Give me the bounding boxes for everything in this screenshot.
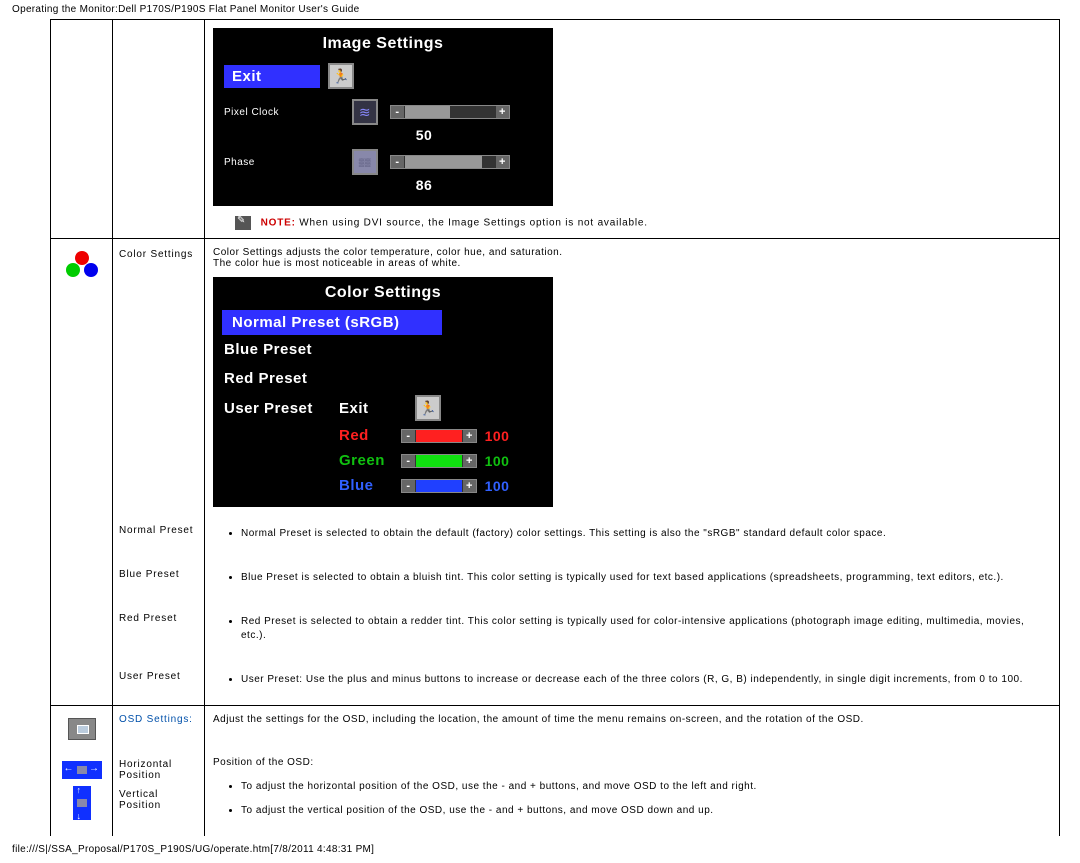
color-exit-icon: 🏃 [415, 395, 441, 421]
osd-position-desc: Position of the OSD: To adjust the horiz… [205, 749, 1060, 836]
image-settings-panel: Image Settings Exit 🏃 Pixel Clock ≋ -+ 5… [213, 28, 553, 206]
exit-selected[interactable]: Exit [224, 65, 320, 88]
normal-preset-selected[interactable]: Normal Preset (sRGB) [222, 310, 442, 335]
color-settings-desc: Color Settings adjusts the color tempera… [205, 239, 1060, 516]
blue-preset-option[interactable]: Blue Preset [214, 335, 414, 364]
image-settings-title: Image Settings [214, 29, 552, 59]
green-value: 100 [477, 453, 517, 469]
blue-preset-label: Blue Preset [113, 559, 205, 603]
user-preset-desc: User Preset: Use the plus and minus butt… [205, 661, 1060, 706]
red-slider[interactable]: -+ [401, 429, 477, 443]
note-line: NOTE: When using DVI source, the Image S… [235, 216, 1051, 230]
phase-value: 86 [394, 177, 454, 193]
red-preset-desc: Red Preset is selected to obtain a redde… [205, 603, 1060, 661]
color-icon-cell [51, 239, 113, 516]
green-slider[interactable]: -+ [401, 454, 477, 468]
osd-settings-link[interactable]: OSD Settings: [119, 714, 193, 725]
pixel-clock-slider[interactable]: -+ [390, 105, 510, 119]
exit-icon: 🏃 [328, 63, 354, 89]
content-table: Image Settings Exit 🏃 Pixel Clock ≋ -+ 5… [50, 19, 1060, 836]
user-preset-option[interactable]: User Preset [224, 400, 339, 417]
pixel-clock-label: Pixel Clock [224, 107, 344, 118]
user-preset-label: User Preset [113, 661, 205, 706]
red-preset-label: Red Preset [113, 603, 205, 661]
color-exit-label[interactable]: Exit [339, 400, 407, 417]
osd-settings-label-cell: OSD Settings: [113, 706, 205, 750]
osd-position-icons [51, 749, 113, 836]
color-settings-label: Color Settings [113, 239, 205, 516]
empty-icon-cell [51, 20, 113, 239]
blue-channel-label: Blue [339, 477, 401, 494]
color-settings-title: Color Settings [214, 278, 552, 308]
image-settings-cell: Image Settings Exit 🏃 Pixel Clock ≋ -+ 5… [205, 20, 1060, 239]
red-value: 100 [477, 428, 517, 444]
note-icon [235, 216, 251, 230]
red-channel-label: Red [339, 427, 401, 444]
note-prefix: NOTE: [261, 218, 296, 229]
rgb-icon [66, 251, 98, 281]
note-text: When using DVI source, the Image Setting… [299, 218, 648, 229]
normal-preset-label: Normal Preset [113, 515, 205, 559]
phase-icon: ▒▒ [352, 149, 378, 175]
blue-preset-desc: Blue Preset is selected to obtain a blui… [205, 559, 1060, 603]
osd-position-labels: Horizontal Position Vertical Position [113, 749, 205, 836]
phase-label: Phase [224, 157, 344, 168]
page-footer: file:///S|/SSA_Proposal/P170S_P190S/UG/o… [0, 836, 1080, 863]
pixel-clock-icon: ≋ [352, 99, 378, 125]
osd-icon-cell [51, 706, 113, 750]
blue-value: 100 [477, 478, 517, 494]
red-preset-option[interactable]: Red Preset [214, 364, 414, 393]
normal-preset-desc: Normal Preset is selected to obtain the … [205, 515, 1060, 559]
phase-slider[interactable]: -+ [390, 155, 510, 169]
green-channel-label: Green [339, 452, 401, 469]
horizontal-position-icon [62, 761, 102, 779]
page-header: Operating the Monitor:Dell P170S/P190S F… [0, 0, 1080, 19]
pixel-clock-value: 50 [394, 127, 454, 143]
osd-settings-icon [68, 718, 96, 740]
color-settings-panel: Color Settings Normal Preset (sRGB) Blue… [213, 277, 553, 507]
osd-settings-desc: Adjust the settings for the OSD, includi… [205, 706, 1060, 750]
empty-label-cell [113, 20, 205, 239]
vertical-position-icon [73, 786, 91, 820]
blue-slider[interactable]: -+ [401, 479, 477, 493]
